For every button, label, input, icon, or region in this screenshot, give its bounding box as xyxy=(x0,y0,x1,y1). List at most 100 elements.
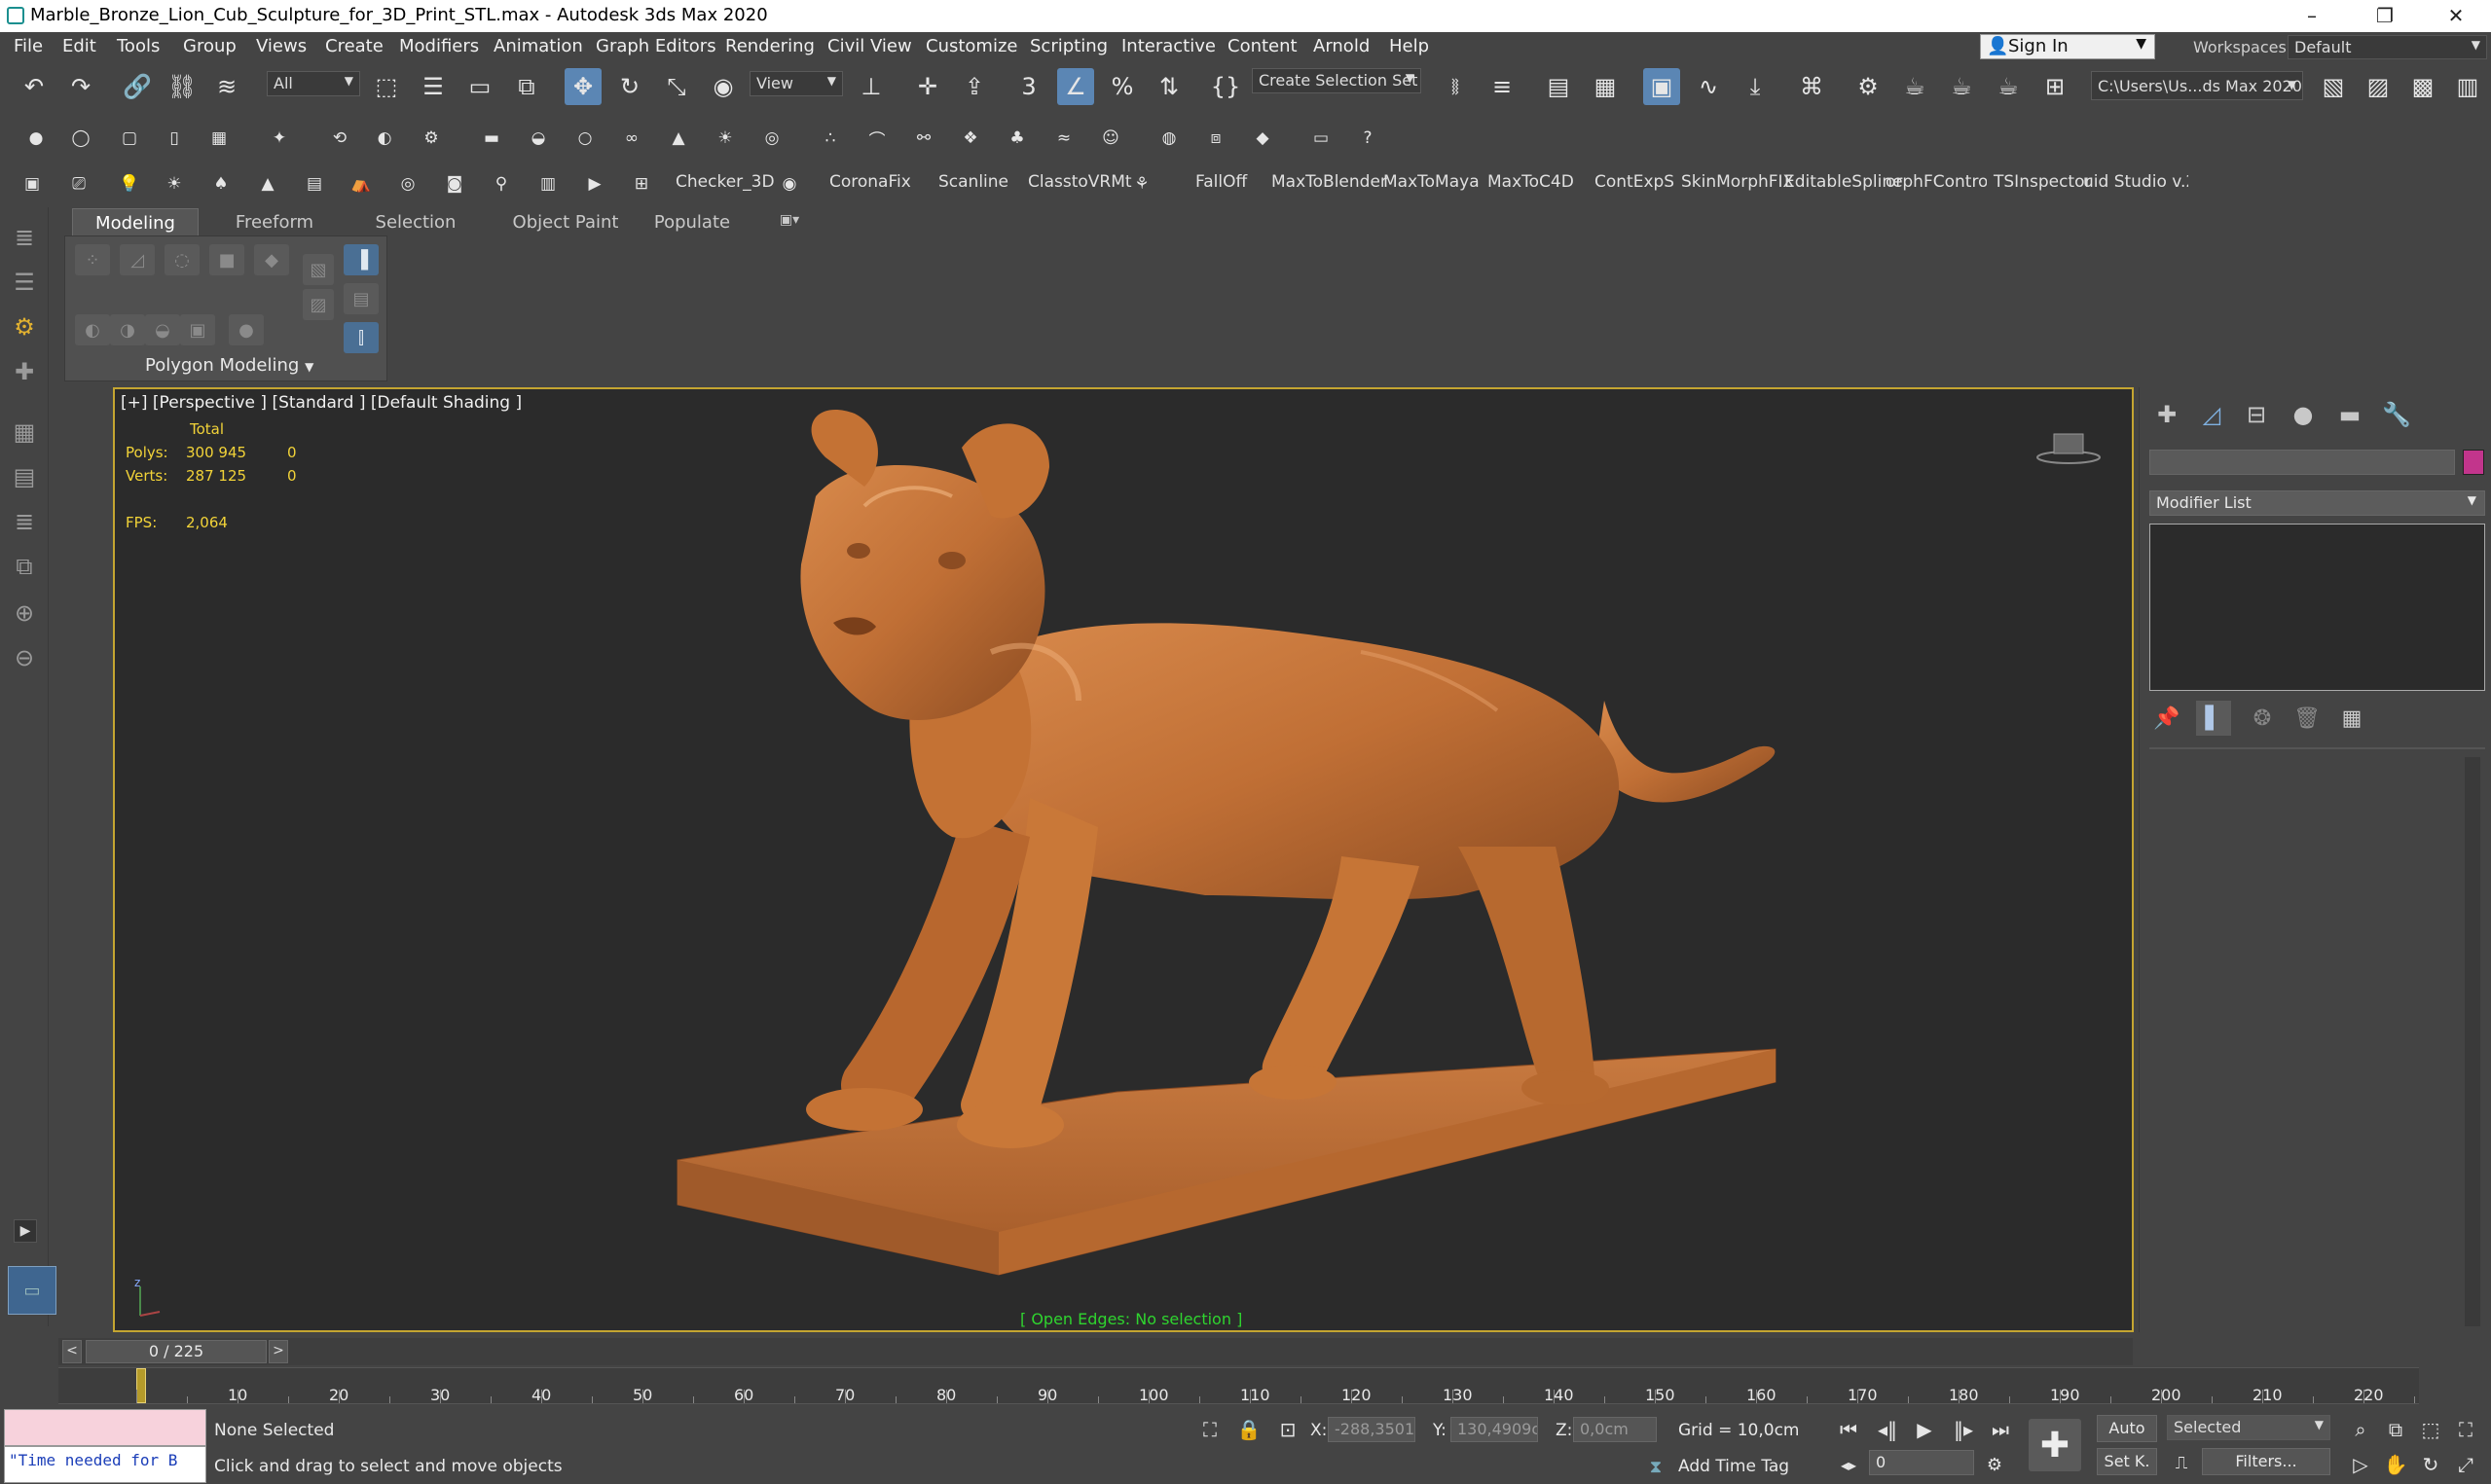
motion-panel-icon[interactable]: ● xyxy=(2284,397,2323,432)
vray-icon[interactable]: ⚘ xyxy=(1127,169,1156,199)
video-camera-icon[interactable]: ⎚ xyxy=(64,169,93,199)
minimize-button[interactable]: – xyxy=(2278,0,2346,32)
time-slider-frame[interactable]: 0 / 225 xyxy=(86,1340,267,1363)
link-icon[interactable]: 🔗 xyxy=(119,68,156,105)
tent-icon[interactable]: ⛺ xyxy=(347,169,376,199)
rotate-icon[interactable]: ↻ xyxy=(611,68,648,105)
scene-explorer-icon[interactable]: ▤ xyxy=(1540,68,1577,105)
layers-icon[interactable]: ≣ xyxy=(8,221,41,254)
align-icon[interactable]: ≡ xyxy=(1484,68,1520,105)
tab-object-paint[interactable]: Object Paint xyxy=(493,208,639,235)
undo-icon[interactable]: ↶ xyxy=(16,68,53,105)
time-slider-prev-button[interactable]: < xyxy=(62,1340,82,1363)
maximize-button[interactable]: ❐ xyxy=(2351,0,2419,32)
display-panel-icon[interactable]: ▬ xyxy=(2330,397,2369,432)
menu-views[interactable]: Views xyxy=(256,36,307,56)
grid-icon[interactable]: ▦ xyxy=(204,124,234,153)
keyboard-shortcut-override-icon[interactable]: ⇪ xyxy=(956,68,993,105)
set-key-button[interactable]: Set K. xyxy=(2097,1448,2157,1475)
key-mode-dropdown[interactable]: Selected ▼ xyxy=(2167,1415,2330,1440)
collapse-all-icon[interactable]: ⊖ xyxy=(8,641,41,674)
z-coord-field[interactable]: 0,0cm xyxy=(1573,1417,1657,1442)
shelf-falloff[interactable]: FallOff xyxy=(1195,172,1247,192)
help-icon[interactable]: ? xyxy=(1353,124,1382,153)
lion-cub-sculpture-model[interactable] xyxy=(115,389,2132,1330)
object-color-swatch[interactable] xyxy=(2463,450,2484,475)
key-mode-toggle-icon[interactable]: ◂▸ xyxy=(1834,1450,1863,1479)
create-panel-icon[interactable]: ✚ xyxy=(2147,397,2186,432)
menu-tools[interactable]: Tools xyxy=(117,36,160,56)
isolate-selection-icon[interactable]: ⛶ xyxy=(1195,1415,1225,1444)
redo-icon[interactable]: ↷ xyxy=(62,68,99,105)
play-arrow-icon[interactable]: ▶ xyxy=(14,1219,37,1243)
zoom-extents-all-icon[interactable]: ⛶ xyxy=(2451,1415,2480,1444)
tab-selection[interactable]: Selection xyxy=(352,208,479,235)
mirror-icon[interactable]: ⧚ xyxy=(1437,68,1474,105)
pine-tree-icon[interactable]: ▲ xyxy=(253,169,282,199)
stack-level-icon[interactable]: ▣ xyxy=(180,314,215,345)
x-coord-field[interactable]: -288,3501c xyxy=(1328,1417,1415,1442)
field-of-view-icon[interactable]: ▷ xyxy=(2346,1450,2375,1479)
menu-interactive[interactable]: Interactive xyxy=(1121,36,1216,56)
cylinder-icon[interactable]: ▯ xyxy=(160,124,189,153)
subobject-mode-icon[interactable]: ◒ xyxy=(145,314,180,345)
menu-content[interactable]: Content xyxy=(1227,36,1298,56)
placement-icon[interactable]: ◉ xyxy=(705,68,742,105)
move-icon[interactable]: ✥ xyxy=(565,68,602,105)
camera-icon[interactable]: ▭ xyxy=(1306,124,1336,153)
pin-stack-icon[interactable]: ⫿ xyxy=(344,322,379,353)
edit-named-selection-icon[interactable]: {} xyxy=(1207,68,1244,105)
render-production-icon[interactable]: ☕ xyxy=(1990,68,2027,105)
y-coord-field[interactable]: 130,4909cn xyxy=(1450,1417,1538,1442)
snaps-toggle-icon[interactable]: 3 xyxy=(1010,68,1047,105)
book-icon[interactable]: ▤ xyxy=(300,169,329,199)
light-bulb-icon[interactable]: ✦ xyxy=(265,124,294,153)
shelf-fluid-studio[interactable]: uid Studio v.2. xyxy=(2083,172,2188,192)
edit-mode-icon[interactable]: ◑ xyxy=(110,314,145,345)
menu-modifiers[interactable]: Modifiers xyxy=(399,36,479,56)
trees-icon[interactable]: ♠ xyxy=(206,169,236,199)
render-setup-icon[interactable]: ☕ xyxy=(1896,68,1933,105)
tab-populate[interactable]: Populate xyxy=(639,208,746,235)
bend-icon[interactable]: ⌒ xyxy=(862,124,892,153)
collapse-stack-icon[interactable]: ▧ xyxy=(303,254,334,285)
project-folder-dropdown[interactable]: C:\Users\Us...ds Max 2020 ▼ xyxy=(2091,71,2303,100)
spot-icon[interactable]: ◎ xyxy=(757,124,787,153)
documents-icon[interactable]: ▤ xyxy=(8,460,41,493)
material-editor-icon[interactable]: ⚙ xyxy=(1850,68,1887,105)
shelf-maxtomaya[interactable]: MaxToMaya xyxy=(1383,172,1480,192)
auto-key-button[interactable]: Auto xyxy=(2097,1415,2157,1442)
add-time-tag-button[interactable]: Add Time Tag xyxy=(1678,1457,1789,1476)
stack-icon[interactable]: ☰ xyxy=(8,266,41,299)
previous-frame-icon[interactable]: ◂‖ xyxy=(1873,1415,1902,1444)
panel-scrollbar[interactable] xyxy=(2465,757,2480,1326)
shelf-tsinspector[interactable]: TSInspector xyxy=(1994,172,2091,192)
close-button[interactable]: ✕ xyxy=(2422,0,2490,32)
set-key-big-icon[interactable]: ✚ xyxy=(2029,1419,2081,1471)
workspace-tool-4-icon[interactable]: ▥ xyxy=(2449,68,2486,105)
unlink-icon[interactable]: ⛓ xyxy=(164,68,201,105)
shelf-coronafix[interactable]: CoronaFix xyxy=(829,172,911,192)
donut-icon[interactable]: ◎ xyxy=(393,169,422,199)
orbit-icon[interactable]: ↻ xyxy=(2416,1450,2445,1479)
hemisphere-icon[interactable]: ◒ xyxy=(524,124,553,153)
object-name-field[interactable] xyxy=(2149,450,2455,475)
shelf-scanline[interactable]: Scanline xyxy=(938,172,1008,192)
geosphere-icon[interactable]: ○ xyxy=(570,124,600,153)
menu-rendering[interactable]: Rendering xyxy=(725,36,815,56)
shelf-morphfcontrollist[interactable]: orphFControlli xyxy=(1886,172,1987,192)
particles-icon[interactable]: ∴ xyxy=(816,124,845,153)
sun-icon[interactable]: ☀ xyxy=(160,169,189,199)
foliage-icon[interactable]: ♣ xyxy=(1003,124,1032,153)
tab-freeform[interactable]: Freeform xyxy=(216,208,333,235)
sun-icon[interactable]: ☀ xyxy=(711,124,740,153)
time-slider[interactable]: < 0 / 225 > xyxy=(58,1338,2133,1365)
filters-button[interactable]: Filters... xyxy=(2202,1448,2330,1475)
use-displacement-icon[interactable]: ▨ xyxy=(303,289,334,320)
utilities-panel-icon[interactable]: 🔧 xyxy=(2377,397,2416,432)
percent-snap-icon[interactable]: % xyxy=(1104,68,1141,105)
reference-coordinate-dropdown[interactable]: View ▼ xyxy=(750,71,843,96)
show-end-result-icon[interactable]: ▐ xyxy=(344,244,379,275)
pivot-center-icon[interactable]: ⊥ xyxy=(853,68,890,105)
cloth-icon[interactable]: ❖ xyxy=(956,124,985,153)
